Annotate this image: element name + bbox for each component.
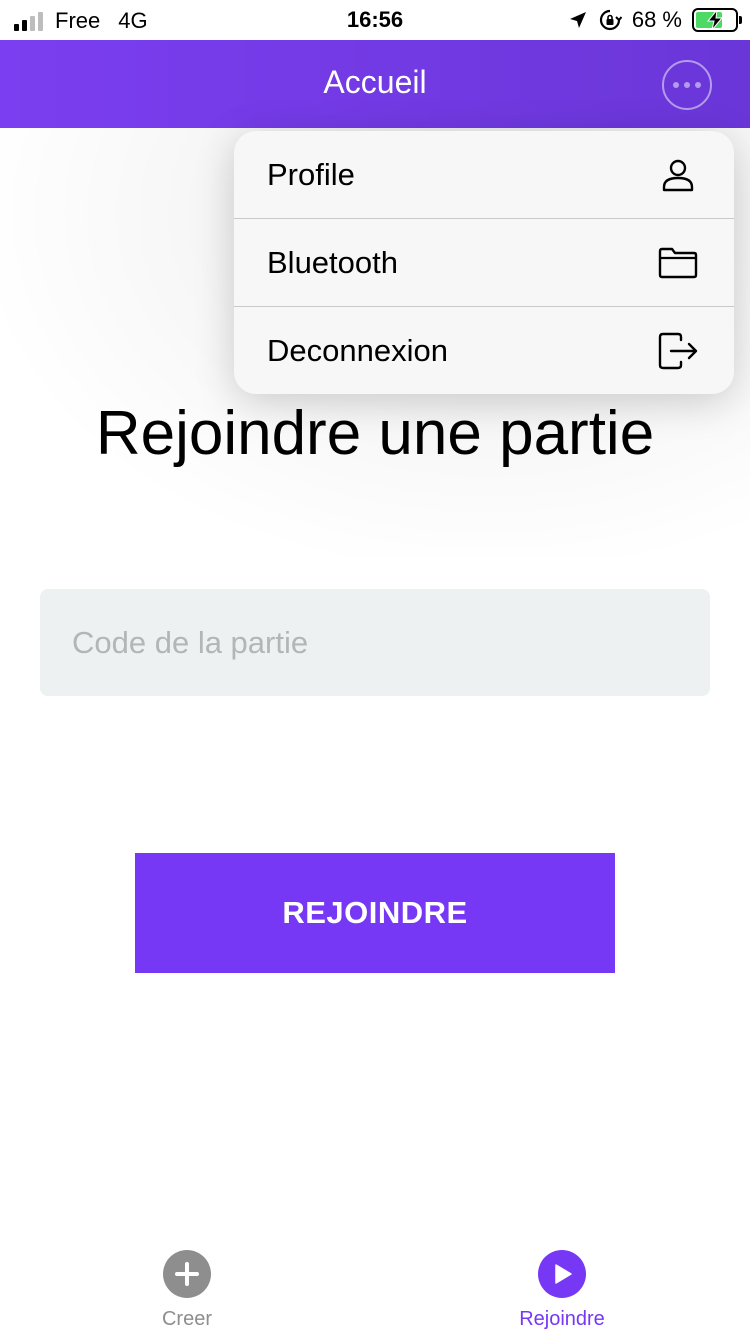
join-button[interactable]: REJOINDRE bbox=[135, 853, 615, 973]
menu-item-deconnexion[interactable]: Deconnexion bbox=[234, 307, 734, 394]
ellipsis-circle-icon bbox=[673, 82, 679, 88]
menu-item-label: Profile bbox=[267, 156, 355, 192]
app-header: Accueil bbox=[0, 40, 750, 128]
tab-bar: Creer Rejoindre bbox=[0, 1230, 750, 1334]
rotation-lock-icon bbox=[599, 9, 622, 31]
play-circle-icon bbox=[538, 1250, 586, 1298]
header-title: Accueil bbox=[323, 64, 427, 100]
tab-creer[interactable]: Creer bbox=[87, 1250, 287, 1331]
menu-item-bluetooth[interactable]: Bluetooth bbox=[234, 219, 734, 307]
page-title: Rejoindre une partie bbox=[95, 399, 655, 468]
folder-icon bbox=[656, 241, 700, 285]
menu-item-label: Deconnexion bbox=[267, 332, 448, 368]
plus-circle-icon bbox=[163, 1250, 211, 1298]
battery-icon bbox=[692, 8, 742, 32]
join-button-label: REJOINDRE bbox=[282, 895, 468, 930]
tab-label: Rejoindre bbox=[519, 1308, 605, 1330]
tab-rejoindre[interactable]: Rejoindre bbox=[462, 1250, 662, 1331]
status-bar: Free 4G 16:56 68 % bbox=[0, 0, 750, 40]
menu-item-label: Bluetooth bbox=[267, 244, 398, 280]
options-menu: Profile Bluetooth Deconnexion bbox=[234, 131, 734, 394]
menu-item-profile[interactable]: Profile bbox=[234, 131, 734, 219]
more-options-button[interactable] bbox=[662, 60, 712, 110]
charging-bolt-icon bbox=[706, 10, 724, 30]
battery-percent: 68 % bbox=[631, 7, 682, 32]
logout-icon bbox=[656, 329, 700, 373]
tab-label: Creer bbox=[161, 1308, 212, 1330]
person-icon bbox=[656, 153, 700, 197]
status-right: 68 % bbox=[568, 6, 742, 34]
game-code-input[interactable] bbox=[40, 589, 710, 696]
location-arrow-icon bbox=[569, 12, 586, 28]
